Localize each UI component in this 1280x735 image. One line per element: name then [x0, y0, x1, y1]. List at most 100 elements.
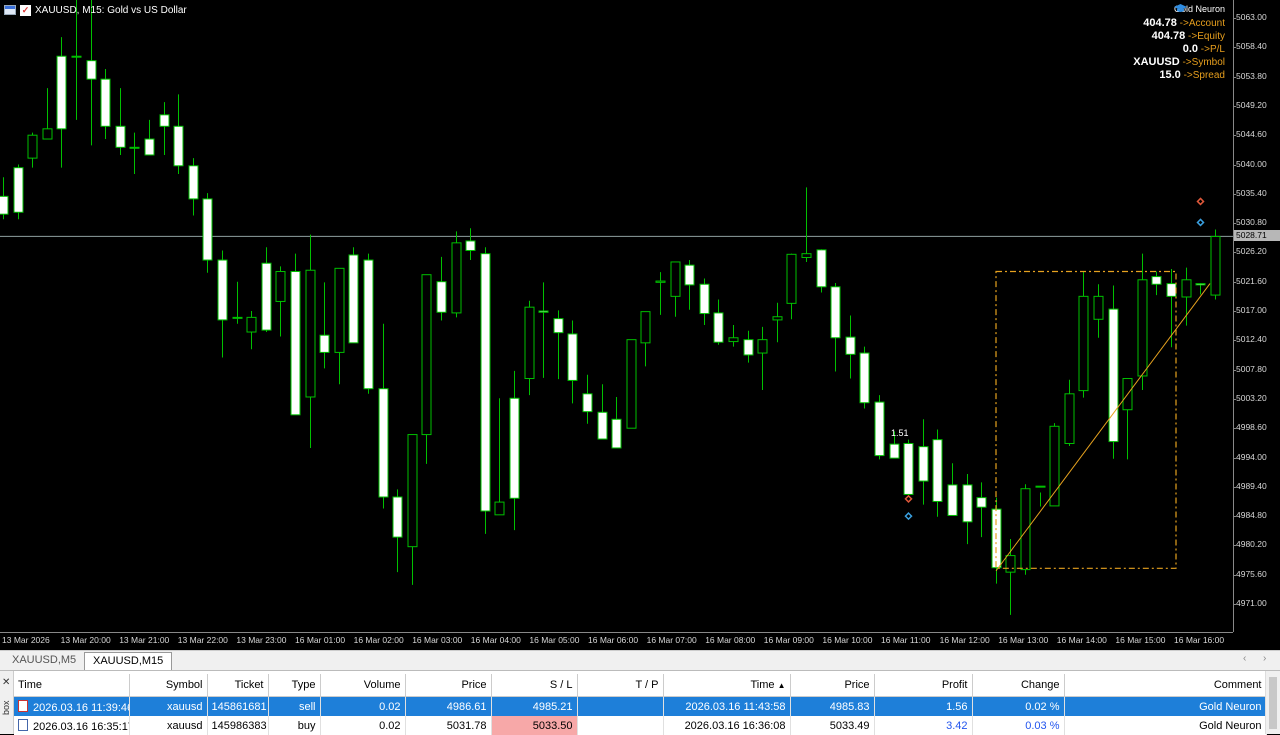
- col-change[interactable]: Change: [972, 674, 1065, 697]
- overlay-row: 404.78 ->Equity: [1133, 30, 1225, 43]
- bear-candle: [976, 497, 987, 508]
- bear-candle: [743, 339, 754, 356]
- bear-candle: [932, 439, 943, 502]
- tab-xauusd-m15[interactable]: XAUUSD,M15: [84, 652, 173, 670]
- price-tick-label: 5035.40: [1236, 187, 1267, 198]
- col-ticket[interactable]: Ticket: [207, 674, 269, 697]
- tab-scroll-left-icon[interactable]: ‹: [1243, 653, 1246, 664]
- bull-candle: [786, 253, 797, 304]
- col-stop-loss[interactable]: S / L: [491, 674, 578, 697]
- col-type[interactable]: Type: [268, 674, 321, 697]
- bull-candle: [757, 339, 768, 354]
- table-row[interactable]: 2026.03.16 11:39:46 xauusd 145861681 sel…: [14, 696, 1267, 716]
- bear-candle: [159, 114, 170, 127]
- price-tick: [1233, 105, 1236, 107]
- price-tick-label: 4989.40: [1236, 480, 1267, 491]
- overlay-label: ->Equity: [1185, 31, 1225, 42]
- col-volume[interactable]: Volume: [320, 674, 406, 697]
- bear-candle: [217, 259, 228, 321]
- tab-scroll-right-icon[interactable]: ›: [1263, 653, 1266, 664]
- price-tick-label: 5044.60: [1236, 129, 1267, 140]
- col-close-time[interactable]: Time ▲: [663, 674, 791, 697]
- table-scrollbar[interactable]: [1265, 671, 1280, 734]
- chart-tabs: XAUUSD,M5 XAUUSD,M15 ‹ ›: [0, 650, 1280, 670]
- cell-take-profit: [577, 696, 664, 716]
- cell-comment: Gold Neuron: [1064, 716, 1267, 735]
- toolbox-panel: ✕ box Time Symbol Ticket Type Volume Pri…: [0, 670, 1280, 735]
- cell-profit: 1.56: [874, 696, 973, 716]
- bull-candle: [1020, 488, 1031, 571]
- bear-candle: [1151, 276, 1162, 285]
- bull-candle: [640, 311, 651, 344]
- time-tick-label: 13 Mar 2026: [2, 635, 50, 645]
- bull-candle: [1093, 295, 1104, 320]
- time-tick-label: 13 Mar 20:00: [60, 635, 111, 645]
- table-header: Time Symbol Ticket Type Volume Price S /…: [14, 674, 1267, 697]
- overlay-label: ->Symbol: [1179, 57, 1225, 68]
- bull-candle: [129, 146, 140, 149]
- bear-candle: [538, 310, 549, 313]
- bear-candle: [348, 254, 359, 344]
- price-tick: [1233, 223, 1236, 225]
- price-axis[interactable]: [1233, 0, 1280, 632]
- time-tick-label: 16 Mar 04:00: [470, 635, 521, 645]
- price-tick: [1233, 486, 1236, 488]
- overlay-value: XAUUSD: [1133, 56, 1180, 68]
- table-row[interactable]: 2026.03.16 16:35:17 xauusd 145986383 buy…: [14, 716, 1267, 735]
- bear-candle: [859, 352, 870, 404]
- overlay-label: ->P/L: [1198, 44, 1225, 55]
- bull-candle: [305, 269, 316, 398]
- col-profit[interactable]: Profit: [874, 674, 973, 697]
- col-close-time-label: Time: [750, 679, 775, 691]
- bull-candle: [1181, 279, 1192, 298]
- price-tick-label: 5063.00: [1236, 12, 1267, 22]
- price-chart[interactable]: ✓ XAUUSD, M15: Gold vs US Dollar Gold Ne…: [0, 0, 1280, 650]
- cell-open-price: 4986.61: [405, 696, 492, 716]
- price-tick: [1233, 604, 1236, 605]
- bear-candle: [597, 411, 608, 440]
- bear-candle: [611, 418, 622, 449]
- buy-entry-marker: [1196, 197, 1205, 206]
- expert-advisor-icon[interactable]: ✓: [20, 4, 31, 16]
- bear-candle: [713, 312, 724, 343]
- price-tick-label: 4971.00: [1236, 598, 1267, 608]
- col-comment[interactable]: Comment: [1064, 674, 1267, 697]
- bull-candle: [1210, 235, 1221, 296]
- col-symbol[interactable]: Symbol: [129, 674, 208, 697]
- bull-candle: [42, 128, 53, 140]
- tab-xauusd-m5[interactable]: XAUUSD,M5: [4, 652, 84, 669]
- price-tick: [1233, 457, 1236, 459]
- price-tick: [1233, 545, 1236, 547]
- bear-candle: [918, 446, 929, 482]
- cell-change: 0.03 %: [972, 716, 1065, 735]
- col-close-price[interactable]: Price: [790, 674, 875, 697]
- cell-volume: 0.02: [320, 716, 406, 735]
- col-open-price[interactable]: Price: [405, 674, 492, 697]
- col-take-profit[interactable]: T / P: [577, 674, 664, 697]
- bull-candle: [626, 339, 637, 429]
- price-tick: [1233, 574, 1236, 576]
- toolbox-label: box: [1, 700, 11, 715]
- bear-candle: [0, 195, 9, 215]
- buy-exit-marker: [1196, 218, 1205, 227]
- price-tick: [1233, 18, 1236, 19]
- bear-candle: [363, 259, 374, 390]
- col-open-time[interactable]: Time: [14, 674, 130, 697]
- bear-candle: [1108, 308, 1119, 443]
- bear-candle: [889, 443, 900, 459]
- window-icon[interactable]: [4, 5, 16, 15]
- cell-ticket: 145861681: [207, 696, 269, 716]
- time-tick-label: 16 Mar 06:00: [588, 635, 639, 645]
- bull-candle: [407, 434, 418, 548]
- price-tick-label: 5030.80: [1236, 217, 1267, 228]
- price-tick-label: 5007.80: [1236, 363, 1267, 374]
- time-tick-label: 16 Mar 11:00: [881, 635, 931, 645]
- scrollbar-thumb[interactable]: [1269, 677, 1277, 729]
- ea-brand: Gold Neuron: [1173, 4, 1225, 14]
- bear-candle: [115, 125, 126, 148]
- cell-close-price: 5033.49: [790, 716, 875, 735]
- bear-candle: [816, 249, 827, 288]
- candlestick-canvas[interactable]: [0, 0, 1233, 632]
- close-icon[interactable]: ✕: [2, 677, 10, 688]
- price-tick: [1233, 135, 1236, 137]
